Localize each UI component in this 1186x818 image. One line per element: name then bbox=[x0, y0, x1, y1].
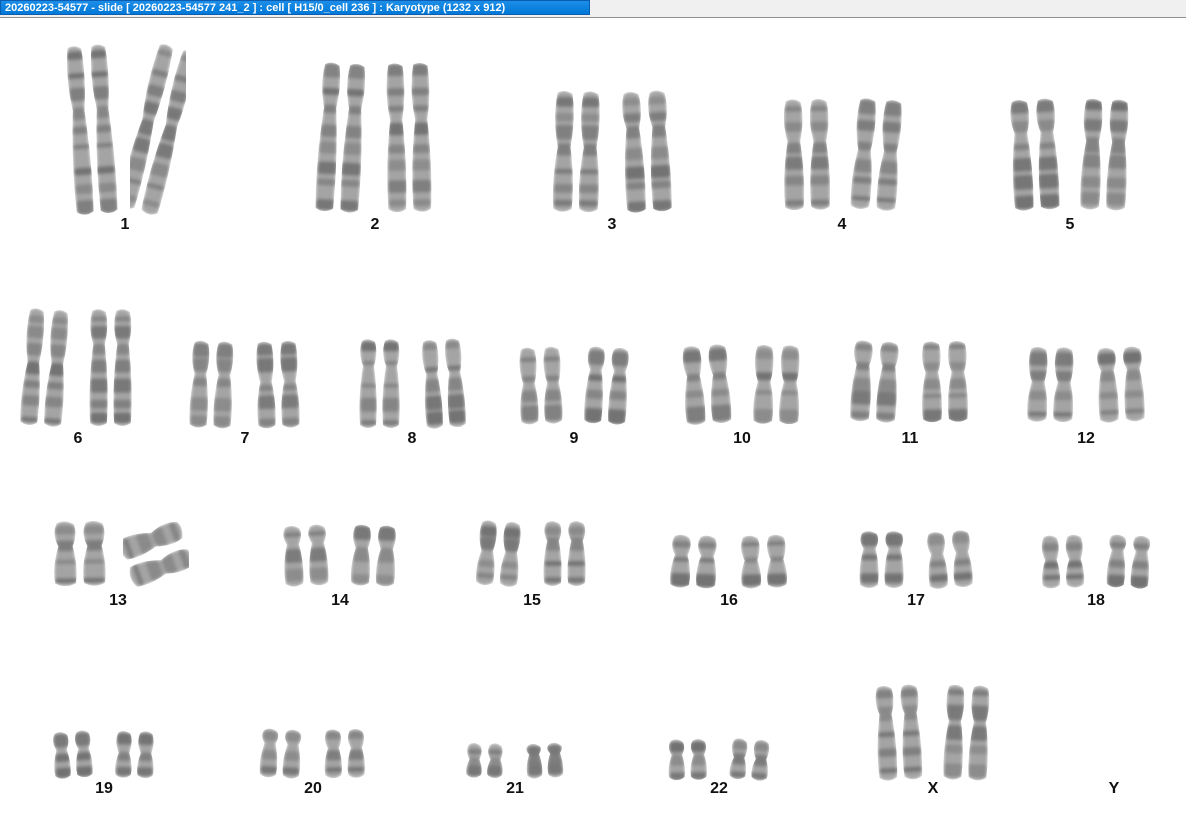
karyotype-canvas: 1 2 3 4 5 6 7 8 9 10 11 12 13 14 15 16 17 18 19 20 21 22 X Y bbox=[0, 18, 1186, 818]
chromosome-pair-7[interactable]: 7 bbox=[184, 336, 306, 454]
chromosome-1-a[interactable] bbox=[64, 40, 120, 220]
chromosome-21-a[interactable] bbox=[460, 738, 510, 784]
chromosome-pair-10[interactable]: 10 bbox=[677, 340, 807, 454]
chromosome-1-b[interactable] bbox=[130, 40, 186, 220]
chromosome-pair-8[interactable]: 8 bbox=[353, 334, 471, 454]
chromosome-pair-14[interactable]: 14 bbox=[277, 520, 403, 616]
chromosome-label-17: 17 bbox=[907, 592, 925, 609]
chromosome-pair-21[interactable]: 21 bbox=[460, 738, 570, 804]
chromosome-22-a[interactable] bbox=[662, 734, 714, 786]
chromosome-label-14: 14 bbox=[331, 592, 349, 609]
chromosome-5-a[interactable] bbox=[1005, 94, 1065, 216]
chromosome-2-b[interactable] bbox=[380, 58, 438, 218]
chromosome-label-6: 6 bbox=[73, 430, 83, 447]
chromosome-pair-2[interactable]: 2 bbox=[312, 58, 438, 240]
chromosome-8-b[interactable] bbox=[417, 334, 471, 434]
chromosome-pair-15[interactable]: 15 bbox=[471, 516, 593, 616]
chromosome-15-b[interactable] bbox=[537, 516, 593, 592]
chromosome-18-a[interactable] bbox=[1035, 530, 1091, 594]
chromosome-12-a[interactable] bbox=[1021, 342, 1081, 428]
chromosome-pair-1[interactable]: 1 bbox=[64, 40, 186, 240]
chromosome-x-a[interactable] bbox=[870, 680, 928, 786]
chromosome-18-b[interactable] bbox=[1101, 530, 1157, 594]
chromosome-pair-4[interactable]: 4 bbox=[777, 94, 907, 240]
chromosome-10-b[interactable] bbox=[747, 340, 807, 430]
chromosome-20-b[interactable] bbox=[318, 724, 372, 784]
chromosome-4-b[interactable] bbox=[847, 94, 907, 216]
chromosome-17-a[interactable] bbox=[853, 526, 911, 594]
chromosome-label-20: 20 bbox=[304, 780, 322, 797]
chromosome-label-x: X bbox=[927, 780, 939, 797]
chromosome-label-1: 1 bbox=[120, 216, 130, 233]
chromosome-9-a[interactable] bbox=[513, 342, 569, 430]
chromosome-3-b[interactable] bbox=[617, 86, 677, 218]
chromosome-label-y: Y bbox=[1108, 780, 1120, 797]
chromosome-label-21: 21 bbox=[506, 780, 524, 797]
chromosome-label-18: 18 bbox=[1087, 592, 1105, 609]
chromosome-pair-9[interactable]: 9 bbox=[513, 342, 635, 454]
chromosome-12-b[interactable] bbox=[1091, 342, 1151, 428]
chromosome-label-10: 10 bbox=[733, 430, 751, 447]
chromosome-label-16: 16 bbox=[720, 592, 738, 609]
chromosome-2-a[interactable] bbox=[312, 58, 370, 218]
chromosome-label-11: 11 bbox=[901, 430, 919, 447]
chromosome-4-a[interactable] bbox=[777, 94, 837, 216]
chromosome-19-a[interactable] bbox=[47, 726, 99, 784]
chromosome-pair-5[interactable]: 5 bbox=[1005, 94, 1135, 240]
chromosome-14-b[interactable] bbox=[345, 520, 403, 592]
chromosome-pair-16[interactable]: 16 bbox=[664, 530, 794, 616]
chromosome-pair-6[interactable]: 6 bbox=[17, 304, 139, 454]
title-bar: 20260223-54577 - slide [ 20260223-54577 … bbox=[0, 0, 1186, 18]
chromosome-pair-12[interactable]: 12 bbox=[1021, 342, 1151, 454]
chromosome-16-b[interactable] bbox=[734, 530, 794, 594]
chromosome-label-13: 13 bbox=[109, 592, 127, 609]
chromosome-15-a[interactable] bbox=[471, 516, 527, 592]
chromosome-8-a[interactable] bbox=[353, 334, 407, 434]
chromosome-3-a[interactable] bbox=[547, 86, 607, 218]
chromosome-7-b[interactable] bbox=[250, 336, 306, 434]
chromosome-label-19: 19 bbox=[95, 780, 113, 797]
chromosome-13-a[interactable] bbox=[47, 516, 113, 592]
chromosome-label-9: 9 bbox=[569, 430, 579, 447]
chromosome-x-b[interactable] bbox=[938, 680, 996, 786]
window-title-tab[interactable]: 20260223-54577 - slide [ 20260223-54577 … bbox=[0, 0, 590, 15]
karyotype-window: 20260223-54577 - slide [ 20260223-54577 … bbox=[0, 0, 1186, 818]
chromosome-label-4: 4 bbox=[837, 216, 847, 233]
chromosome-pair-11[interactable]: 11 bbox=[845, 336, 975, 454]
chromosome-6-b[interactable] bbox=[83, 304, 139, 432]
chromosome-11-b[interactable] bbox=[915, 336, 975, 428]
chromosome-pair-19[interactable]: 19 bbox=[47, 726, 161, 804]
chromosome-pair-13[interactable]: 13 bbox=[47, 516, 189, 616]
chromosome-7-a[interactable] bbox=[184, 336, 240, 434]
chromosome-10-a[interactable] bbox=[677, 340, 737, 430]
chromosome-pair-17[interactable]: 17 bbox=[853, 526, 979, 616]
chromosome-14-a[interactable] bbox=[277, 520, 335, 592]
chromosome-pair-22[interactable]: 22 bbox=[662, 734, 776, 804]
chromosome-9-b[interactable] bbox=[579, 342, 635, 430]
chromosome-label-22: 22 bbox=[710, 780, 728, 797]
chromosome-label-12: 12 bbox=[1077, 430, 1095, 447]
chromosome-pair-x[interactable]: X bbox=[870, 680, 996, 804]
chromosome-pair-y[interactable]: Y bbox=[1094, 718, 1134, 804]
chromosome-pair-3[interactable]: 3 bbox=[547, 86, 677, 240]
chromosome-label-3: 3 bbox=[607, 216, 617, 233]
chromosome-22-b[interactable] bbox=[724, 734, 776, 786]
chromosome-pair-18[interactable]: 18 bbox=[1035, 530, 1157, 616]
chromosome-label-7: 7 bbox=[240, 430, 250, 447]
chromosome-label-15: 15 bbox=[523, 592, 541, 609]
chromosome-13-b[interactable] bbox=[123, 516, 189, 592]
chromosome-label-5: 5 bbox=[1065, 216, 1075, 233]
chromosome-21-b[interactable] bbox=[520, 738, 570, 784]
chromosome-6-a[interactable] bbox=[17, 304, 73, 432]
chromosome-19-b[interactable] bbox=[109, 726, 161, 784]
chromosome-11-a[interactable] bbox=[845, 336, 905, 428]
chromosome-label-8: 8 bbox=[407, 430, 417, 447]
chromosome-pair-20[interactable]: 20 bbox=[254, 724, 372, 804]
chromosome-17-b[interactable] bbox=[921, 526, 979, 594]
chromosome-16-a[interactable] bbox=[664, 530, 724, 594]
chromosome-20-a[interactable] bbox=[254, 724, 308, 784]
chromosome-5-b[interactable] bbox=[1075, 94, 1135, 216]
chromosome-label-2: 2 bbox=[370, 216, 380, 233]
